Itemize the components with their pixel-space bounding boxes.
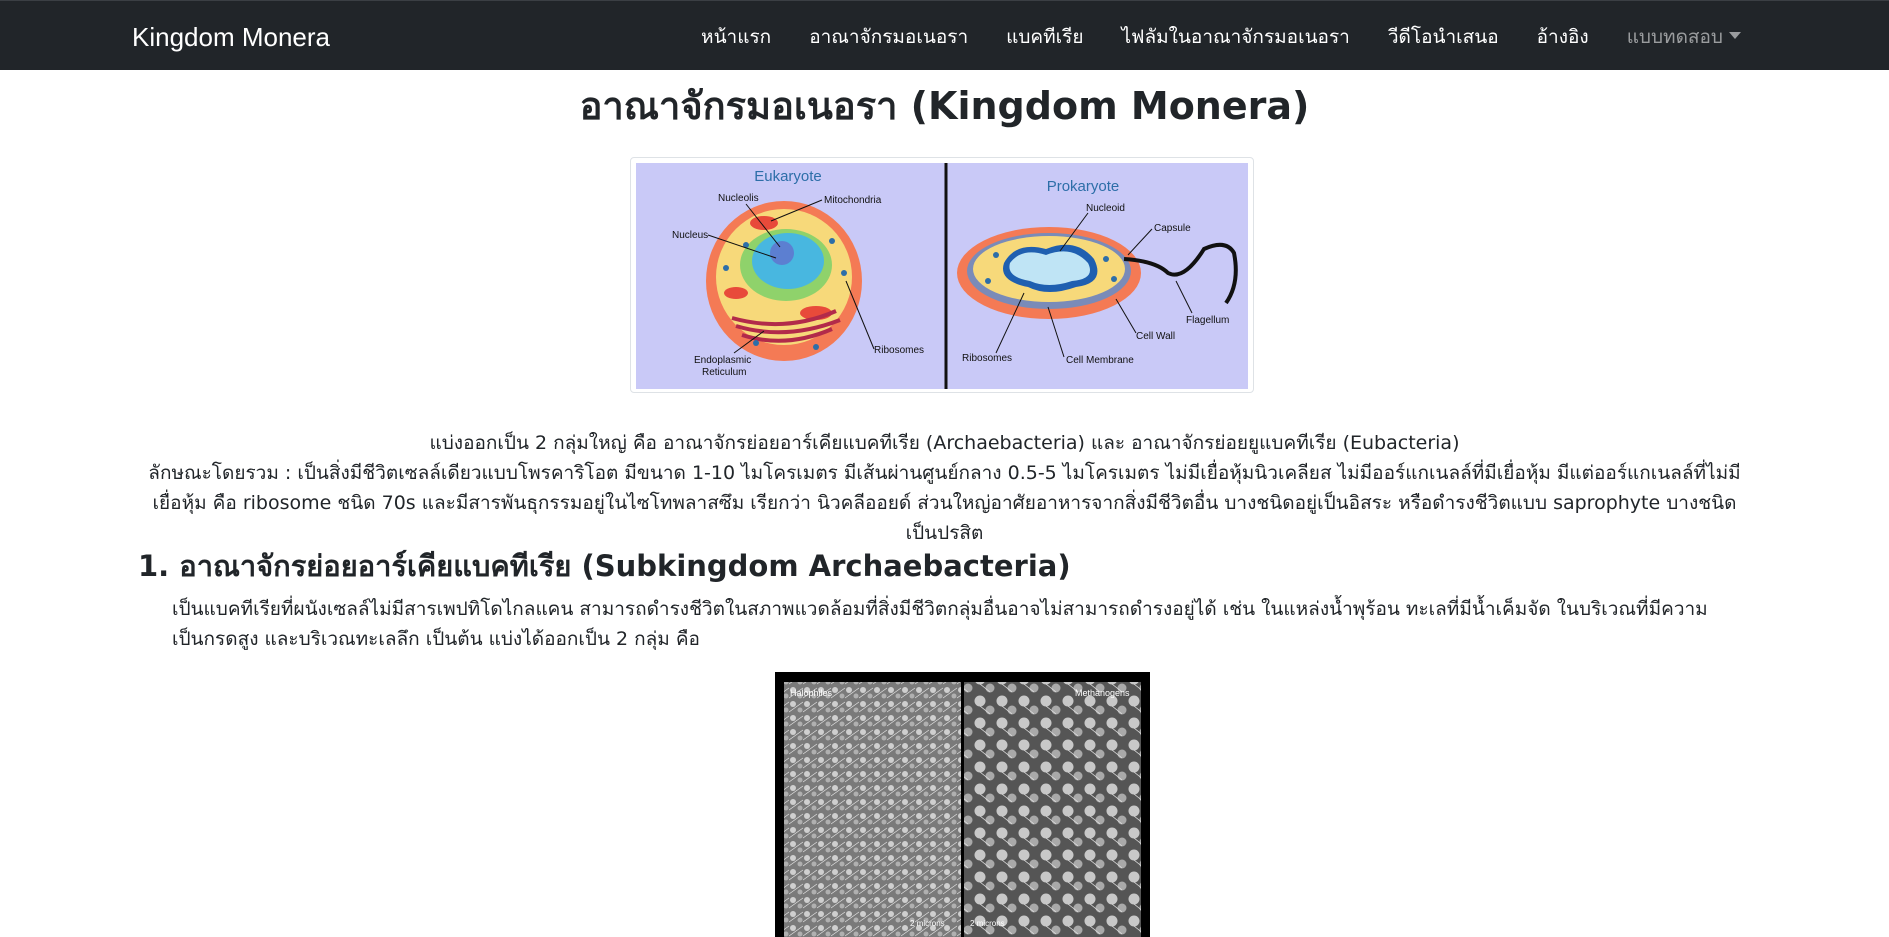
chevron-down-icon [1729, 32, 1741, 39]
nav-item-references[interactable]: อ้างอิง [1518, 23, 1608, 51]
nav-item-home[interactable]: หน้าแรก [682, 23, 790, 51]
cell-comparison-figure: Eukaryote Nucleolis Mitochondria Nucleus… [630, 157, 1254, 393]
label-flagellum: Flagellum [1186, 315, 1229, 326]
label-cell-membrane: Cell Membrane [1066, 355, 1134, 366]
eukaryote-title: Eukaryote [754, 168, 822, 185]
label-nucleolis: Nucleolis [718, 193, 759, 204]
nav-item-phylum[interactable]: ไฟลัมในอาณาจักรมอเนอรา [1102, 23, 1368, 51]
label-halophiles: Halophiles [790, 688, 833, 698]
navbar-menu: หน้าแรก อาณาจักรมอเนอรา แบคทีเรีย ไฟลัมใ… [682, 23, 1741, 51]
label-capsule: Capsule [1154, 223, 1191, 234]
cell-comparison-diagram: Eukaryote Nucleolis Mitochondria Nucleus… [636, 163, 1248, 389]
scale-label-left: 2 microns [910, 919, 945, 928]
intro-text: แบ่งออกเป็น 2 กลุ่มใหญ่ คือ อาณาจักรย่อย… [138, 428, 1751, 548]
nav-item-video[interactable]: วีดีโอนำเสนอ [1369, 23, 1518, 51]
label-nucleus: Nucleus [672, 230, 708, 241]
label-methanogens: Methanogens [1075, 688, 1130, 698]
micrograph-image: Halophiles Methanogens 2 microns 2 micro… [784, 682, 1141, 937]
label-ribosomes-prokaryote: Ribosomes [962, 353, 1012, 364]
prokaryote-title: Prokaryote [1047, 178, 1120, 195]
label-nucleoid: Nucleoid [1086, 203, 1125, 214]
label-endoplasmic: Endoplasmic [694, 355, 751, 366]
label-reticulum: Reticulum [702, 367, 746, 378]
label-mitochondria: Mitochondria [824, 195, 882, 206]
scale-label-right: 2 microns [970, 919, 1005, 928]
label-cell-wall: Cell Wall [1136, 331, 1175, 342]
nav-dropdown-quiz-label: แบบทดสอบ [1626, 26, 1723, 48]
intro-line-1: แบ่งออกเป็น 2 กลุ่มใหญ่ คือ อาณาจักรย่อย… [429, 432, 1460, 454]
section-heading-archaebacteria: 1. อาณาจักรย่อยอาร์เคียแบคทีเรีย (Subkin… [138, 549, 1071, 583]
nav-item-kingdom-monera[interactable]: อาณาจักรมอเนอรา [790, 23, 987, 51]
intro-line-2: ลักษณะโดยรวม : เป็นสิ่งมีชีวิตเซลล์เดียว… [148, 462, 1741, 544]
top-navbar: Kingdom Monera หน้าแรก อาณาจักรมอเนอรา แ… [0, 0, 1889, 70]
nav-dropdown-quiz[interactable]: แบบทดสอบ [1608, 23, 1741, 51]
page-title: อาณาจักรมอเนอรา (Kingdom Monera) [579, 84, 1310, 128]
navbar-brand[interactable]: Kingdom Monera [132, 21, 330, 53]
archaebacteria-micrograph: Halophiles Methanogens 2 microns 2 micro… [775, 672, 1150, 937]
label-ribosomes-eukaryote: Ribosomes [874, 345, 924, 356]
nav-item-bacteria[interactable]: แบคทีเรีย [987, 23, 1102, 51]
section-body-archaebacteria: เป็นแบคทีเรียที่ผนังเซลล์ไม่มีสารเพปทิโด… [172, 598, 1708, 650]
